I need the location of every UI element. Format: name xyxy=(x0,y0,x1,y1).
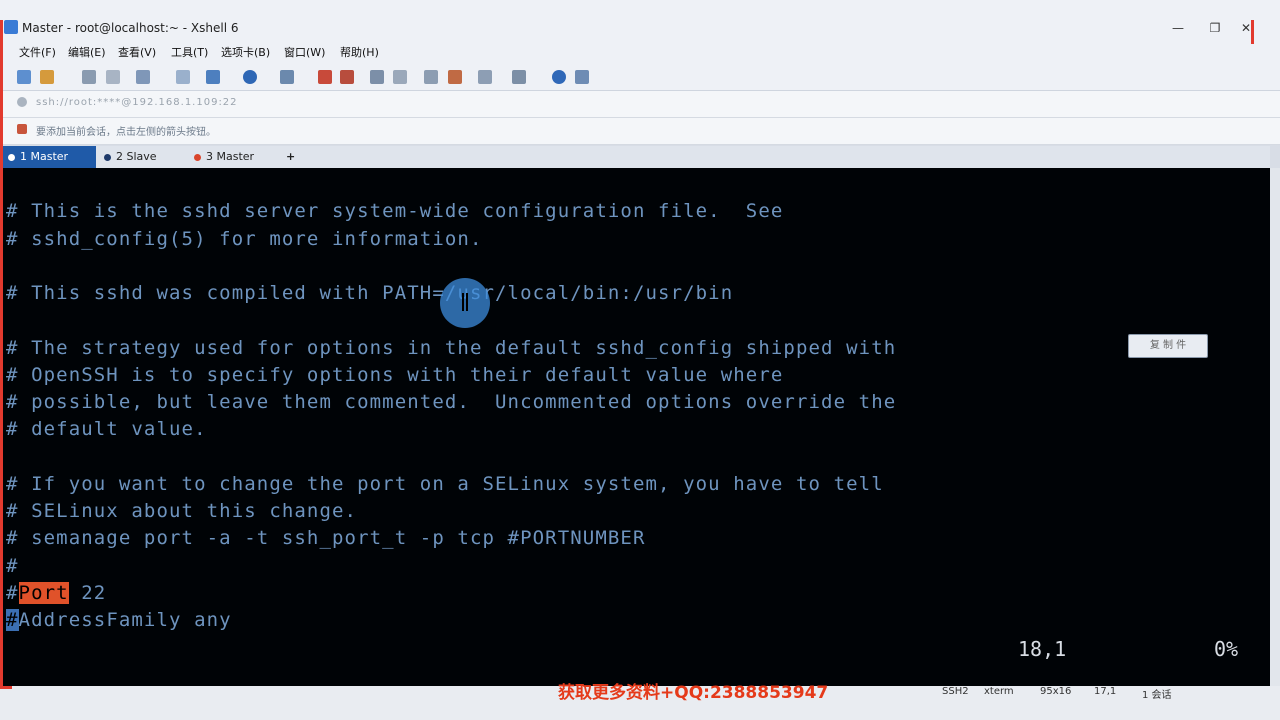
xshell-app-icon xyxy=(4,20,18,34)
recording-frame-left xyxy=(0,20,3,686)
terminal-address-family-line: #AddressFamily any xyxy=(6,609,232,631)
text-cursor: # xyxy=(6,609,19,631)
minimize-button[interactable]: — xyxy=(1168,20,1188,36)
compose-icon[interactable] xyxy=(478,70,492,84)
tab-2-slave[interactable]: 2 Slave xyxy=(104,146,184,168)
address-arrow-icon[interactable] xyxy=(17,97,27,107)
tab-status-dot-icon xyxy=(8,153,15,161)
hint-arrow-icon xyxy=(17,124,27,134)
vim-scroll-percent: 0% xyxy=(1214,637,1239,661)
highlight-icon[interactable] xyxy=(448,70,462,84)
terminal-line: # If you want to change the port on a SE… xyxy=(6,473,884,495)
terminal-line: # default value. xyxy=(6,418,207,440)
disconnect-icon[interactable] xyxy=(82,70,96,84)
tab-1-master[interactable]: 1 Master xyxy=(0,146,96,168)
watermark-text: 获取更多资料+QQ:2388853947 xyxy=(558,683,829,703)
terminal-line: # This sshd was compiled with PATH=/usr/… xyxy=(6,282,734,304)
hint-text: 要添加当前会话，点击左侧的箭头按钮。 xyxy=(36,127,216,138)
reconnect-icon[interactable] xyxy=(106,70,120,84)
layout-icon[interactable] xyxy=(512,70,526,84)
address-family-text: AddressFamily any xyxy=(18,609,232,631)
tab-status-dot-icon xyxy=(194,153,201,161)
chat-icon[interactable] xyxy=(575,70,589,84)
terminal-line: # possible, but leave them commented. Un… xyxy=(6,391,897,413)
terminal-type-status: xterm xyxy=(984,686,1014,697)
maximize-button[interactable]: ❐ xyxy=(1205,20,1225,36)
tab-bar xyxy=(0,146,1270,168)
address-input[interactable]: ssh://root:****@192.168.1.109:22 xyxy=(36,97,238,108)
window-title: Master - root@localhost:~ - Xshell 6 xyxy=(22,21,239,35)
lock-icon[interactable] xyxy=(393,70,407,84)
recording-frame-corner xyxy=(1251,20,1254,44)
copy-icon[interactable] xyxy=(136,70,150,84)
session-count-status: 1 会话 xyxy=(1142,690,1172,701)
add-tab-button[interactable]: + xyxy=(286,146,300,168)
open-folder-icon[interactable] xyxy=(40,70,54,84)
terminal-line: # This is the sshd server system-wide co… xyxy=(6,200,784,222)
terminal-size-status: 95x16 xyxy=(1040,686,1072,697)
terminal-line: # OpenSSH is to specify options with the… xyxy=(6,364,784,386)
menu-tabs[interactable]: 选项卡(B) xyxy=(221,44,270,60)
help-icon[interactable] xyxy=(552,70,566,84)
terminal-line: # The strategy used for options in the d… xyxy=(6,337,897,359)
cursor-status: 17,1 xyxy=(1094,686,1117,697)
menu-help[interactable]: 帮助(H) xyxy=(340,44,379,60)
fullscreen-icon[interactable] xyxy=(370,70,384,84)
recording-frame-bottom xyxy=(0,686,12,689)
vim-cursor-position: 18,1 xyxy=(1018,637,1067,661)
terminal-scrollbar[interactable] xyxy=(1270,168,1280,686)
menu-tools[interactable]: 工具(T) xyxy=(171,44,208,60)
ibeam-cursor-icon xyxy=(462,293,468,311)
menu-window[interactable]: 窗口(W) xyxy=(284,44,325,60)
terminal-line: # sshd_config(5) for more information. xyxy=(6,228,483,250)
search-highlight: Port xyxy=(18,582,69,604)
keyboard-icon[interactable] xyxy=(424,70,438,84)
terminal-port-line: #Port 22 xyxy=(6,582,106,604)
protocol-status: SSH2 xyxy=(942,686,969,697)
terminal-line: # xyxy=(6,555,19,577)
terminal-area[interactable]: # This is the sshd server system-wide co… xyxy=(0,168,1270,686)
new-session-icon[interactable] xyxy=(17,70,31,84)
xftp-icon[interactable] xyxy=(318,70,332,84)
font-icon[interactable] xyxy=(280,70,294,84)
script-icon[interactable] xyxy=(340,70,354,84)
floating-copy-box[interactable]: 复 制 件 xyxy=(1128,334,1208,358)
menu-edit[interactable]: 编辑(E) xyxy=(68,44,106,60)
menu-file[interactable]: 文件(F) xyxy=(19,44,56,60)
tab-status-dot-icon xyxy=(104,153,111,161)
toolbar xyxy=(0,62,1280,91)
port-value: 22 xyxy=(68,582,107,604)
tab-3-master[interactable]: 3 Master xyxy=(194,146,274,168)
find-icon[interactable] xyxy=(176,70,190,84)
globe-icon[interactable] xyxy=(243,70,257,84)
terminal-line: # semanage port -a -t ssh_port_t -p tcp … xyxy=(6,527,646,549)
menu-view[interactable]: 查看(V) xyxy=(118,44,156,60)
properties-icon[interactable] xyxy=(206,70,220,84)
comment-hash: # xyxy=(6,582,19,604)
terminal-line: # SELinux about this change. xyxy=(6,500,358,522)
